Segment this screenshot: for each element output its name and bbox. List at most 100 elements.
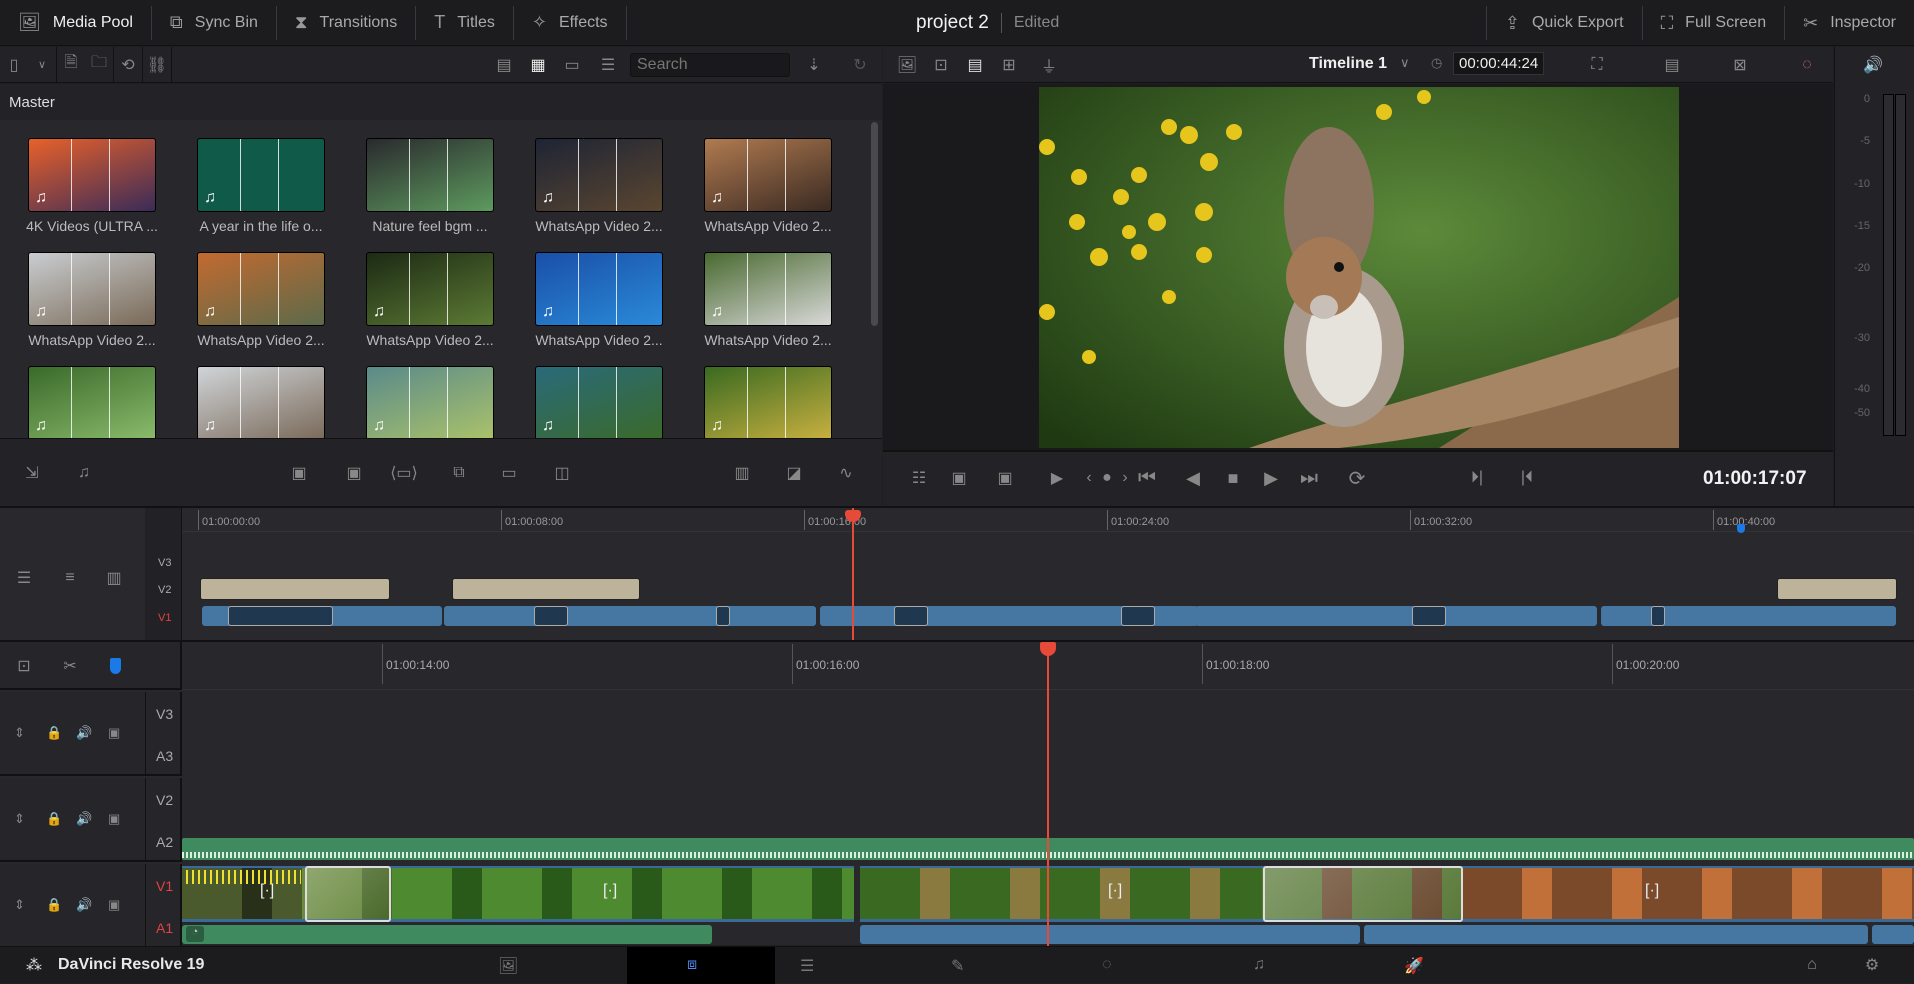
media-clip-thumbnail[interactable]: ♫ [704,138,832,212]
lock-icon[interactable]: 🔒 [46,725,62,741]
timeline-options-icon[interactable]: ☰ [10,564,38,592]
loop-icon[interactable]: ⟳ [1343,464,1371,492]
page-tab-cut[interactable]: ⧈ [627,947,775,984]
mini-clip-v2[interactable] [452,578,642,600]
sort-icon[interactable]: ⇣ [800,51,828,79]
marker-flag-icon[interactable] [110,658,121,674]
mini-transition[interactable] [1412,606,1446,626]
mini-clip-selected[interactable] [228,606,333,626]
mini-clip-v2[interactable] [200,578,390,600]
media-clip-thumbnail[interactable]: ♫ [28,366,156,438]
append-icon[interactable]: ▣ [340,459,368,487]
media-clip-thumbnail[interactable]: ♫ [535,366,663,438]
media-clip-thumbnail[interactable]: ♫ [535,252,663,326]
tab-media-pool[interactable]: 🖼 Media Pool [0,5,152,40]
mini-clip-v1[interactable] [1601,606,1896,626]
page-tab-fusion[interactable]: ✎ [931,947,991,984]
media-clip-thumbnail[interactable]: ♫ [704,366,832,438]
collapse-icon[interactable]: ⇕ [14,811,25,827]
media-clip-thumbnail[interactable]: ♫ [197,252,325,326]
reverse-icon[interactable]: ◀ [1179,464,1207,492]
page-tab-color[interactable]: ◌ [1082,947,1142,984]
mini-ruler[interactable]: 01:00:00:00 01:00:08:00 01:00:16:00 01:00:2… [182,508,1914,532]
blade-icon[interactable]: ✂ [56,652,84,680]
mini-transition[interactable] [1651,606,1665,626]
source-clip-icon[interactable]: 🖼 [893,51,921,79]
lock-icon[interactable]: 🔒 [46,897,62,913]
media-clip-thumbnail[interactable]: ♫ [28,138,156,212]
video-clip-v1[interactable] [392,866,854,922]
chevron-down-icon[interactable]: ∨ [28,51,56,79]
chevron-down-icon[interactable]: ∨ [1400,55,1410,71]
quick-export-button[interactable]: ⇪ Quick Export [1485,6,1642,40]
relink-icon[interactable]: ⟲ [114,51,142,79]
sync-icon[interactable]: ↻ [846,51,874,79]
filmstrip-icon[interactable]: ▣ [108,725,120,741]
media-clip-thumbnail[interactable]: ♫ [704,252,832,326]
mark-in-icon[interactable]: ⏵| [1463,464,1491,492]
mini-clip-v1[interactable] [1195,606,1597,626]
timeline-selector[interactable]: Timeline 1 [1309,55,1387,73]
mini-transition[interactable] [534,606,568,626]
video-clip-v1[interactable] [860,866,1262,922]
tab-sync-bin[interactable]: ⧉ Sync Bin [152,5,277,40]
page-tab-deliver[interactable]: 🚀 [1384,947,1444,984]
mini-clip-v2[interactable] [1777,578,1897,600]
media-clip-thumbnail[interactable]: ♫ [197,138,325,212]
source-overwrite-icon[interactable]: ◫ [548,459,576,487]
safe-area-icon[interactable]: ⊠ [1726,51,1754,79]
marker-icon[interactable] [1737,524,1745,533]
smooth-cut-icon[interactable]: ∿ [832,459,860,487]
timeline-view-options-icon[interactable]: ⊡ [10,652,38,680]
transition-clip[interactable] [305,866,391,922]
panel-toggle-icon[interactable]: ▯ [0,51,28,79]
mini-playhead[interactable] [852,508,854,640]
dual-view-icon[interactable]: ⊞ [995,51,1023,79]
dissolve-icon[interactable]: ◪ [780,459,808,487]
audio-clip-a1[interactable]: ◔ [182,925,712,944]
play-icon[interactable]: ▶ [1257,464,1285,492]
speaker-icon[interactable]: 🔊 [76,897,92,913]
color-effects-icon[interactable]: ◌ [1793,51,1821,79]
tab-effects[interactable]: ✧ Effects [514,5,627,40]
playback-quality-icon[interactable]: ▤ [1658,51,1686,79]
filmstrip-icon[interactable]: ▣ [108,897,120,913]
mini-transition[interactable] [716,606,730,626]
speaker-icon[interactable]: 🔊 [76,811,92,827]
collapse-icon[interactable]: ⇕ [14,725,25,741]
place-on-top-icon[interactable]: ▭ [495,459,523,487]
ripple-overwrite-icon[interactable]: ⟨▭⟩ [390,459,418,487]
search-input[interactable] [630,53,790,77]
skip-forward-icon[interactable]: ⏭ [1295,464,1323,492]
list-view-icon[interactable]: ☰ [594,51,622,79]
import-folder-icon[interactable]: 🗀 [85,51,113,79]
media-clip-thumbnail[interactable]: ♫ [28,252,156,326]
collapse-icon[interactable]: ⇕ [14,897,25,913]
audio-clip-a1[interactable] [1872,925,1914,944]
full-screen-button[interactable]: ⛶ Full Screen [1641,6,1785,40]
video-clip-v1[interactable] [1462,866,1914,922]
smart-insert-icon[interactable]: ▣ [285,459,313,487]
append-video-icon[interactable]: ⇲ [18,459,46,487]
page-tab-fairlight[interactable]: ♫ [1233,947,1293,984]
audio-clip-a1[interactable] [1364,925,1868,944]
timeline-view-icon[interactable]: ▤ [961,51,989,79]
mini-transition[interactable] [894,606,928,626]
viewer-zoom-icon[interactable]: ⛶ [1583,51,1611,79]
mini-clip-v1[interactable] [444,606,816,626]
thumbnail-view-icon[interactable]: ▦ [524,51,552,79]
audio-clip-a1[interactable] [860,925,1360,944]
add-poi-icon[interactable]: ▣ [991,464,1019,492]
media-clip-thumbnail[interactable]: ♫ [535,138,663,212]
page-tab-edit[interactable]: ☰ [780,947,840,984]
tab-titles[interactable]: T Titles [416,5,514,40]
skip-back-icon[interactable]: ⏮ [1133,464,1161,492]
close-up-icon[interactable]: ⧉ [445,459,473,487]
filmstrip-icon[interactable]: ▥ [100,564,128,592]
append-audio-icon[interactable]: ♫ [70,459,98,487]
mark-out-icon[interactable]: |⏴ [1513,464,1541,492]
settings-sliders-icon[interactable]: ☷ [905,464,933,492]
metadata-view-icon[interactable]: ▤ [490,51,518,79]
playhead[interactable] [1047,642,1049,947]
broadcast-icon[interactable]: ⏚ [1035,51,1063,79]
